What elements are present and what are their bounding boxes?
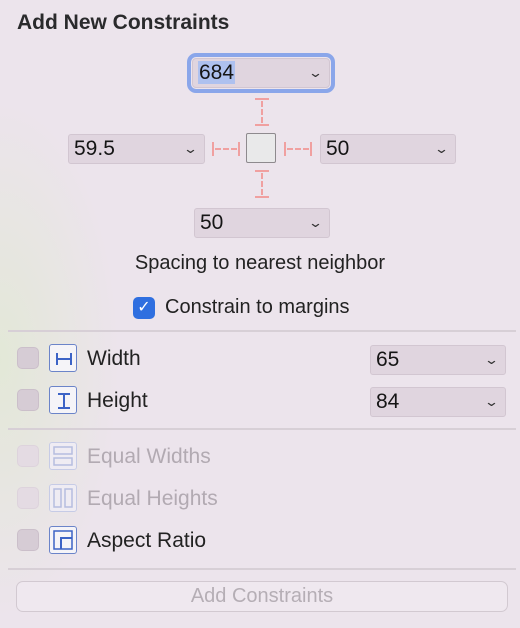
- height-checkbox[interactable]: [17, 389, 39, 411]
- width-icon: [49, 344, 77, 372]
- left-spacing-field[interactable]: 59.5 ⌄: [68, 134, 205, 164]
- bottom-strut[interactable]: [255, 170, 269, 198]
- constrain-to-margins-label[interactable]: Constrain to margins: [165, 296, 350, 319]
- equal-widths-label: Equal Widths: [87, 445, 211, 468]
- spacing-caption: Spacing to nearest neighbor: [134, 252, 386, 274]
- top-spacing-value[interactable]: 684: [198, 61, 236, 84]
- height-value[interactable]: 84: [376, 390, 399, 413]
- constrain-to-margins-row[interactable]: ✓ Constrain to margins: [133, 296, 350, 319]
- left-spacing-value[interactable]: 59.5: [74, 137, 115, 160]
- chevron-down-icon[interactable]: ⌄: [484, 346, 499, 374]
- equal-heights-checkbox: [17, 487, 39, 509]
- chevron-down-icon[interactable]: ⌄: [434, 135, 449, 163]
- chevron-down-icon[interactable]: ⌄: [308, 59, 323, 87]
- bottom-spacing-field[interactable]: 50 ⌄: [194, 208, 330, 238]
- add-constraints-button[interactable]: Add Constraints: [16, 581, 508, 612]
- right-spacing-field[interactable]: 50 ⌄: [320, 134, 456, 164]
- width-value-field[interactable]: 65 ⌄: [370, 345, 506, 375]
- bottom-spacing-value[interactable]: 50: [200, 211, 223, 234]
- right-spacing-value[interactable]: 50: [326, 137, 349, 160]
- constrain-to-margins-checkbox[interactable]: ✓: [133, 296, 155, 319]
- width-value[interactable]: 65: [376, 348, 399, 371]
- height-value-field[interactable]: 84 ⌄: [370, 387, 506, 417]
- panel-title: Add New Constraints: [17, 11, 230, 34]
- aspect-ratio-label[interactable]: Aspect Ratio: [87, 529, 206, 553]
- equal-widths-checkbox: [17, 445, 39, 467]
- top-strut[interactable]: [255, 98, 269, 126]
- chevron-down-icon[interactable]: ⌄: [183, 135, 198, 163]
- equal-widths-icon: [49, 442, 77, 470]
- height-label[interactable]: Height: [87, 389, 148, 413]
- left-strut[interactable]: [212, 142, 240, 156]
- equal-heights-label: Equal Heights: [87, 487, 218, 510]
- top-spacing-field[interactable]: 684 ⌄: [187, 53, 335, 93]
- height-icon: [49, 386, 77, 414]
- equal-heights-icon: [49, 484, 77, 512]
- width-checkbox[interactable]: [17, 347, 39, 369]
- aspect-ratio-checkbox[interactable]: [17, 529, 39, 551]
- chevron-down-icon[interactable]: ⌄: [484, 388, 499, 416]
- right-strut[interactable]: [284, 142, 312, 156]
- aspect-ratio-icon: [49, 526, 77, 554]
- divider: [8, 428, 516, 430]
- selected-view-box: [246, 133, 276, 163]
- chevron-down-icon[interactable]: ⌄: [308, 209, 323, 237]
- divider: [8, 330, 516, 332]
- divider: [8, 568, 516, 570]
- width-label[interactable]: Width: [87, 347, 141, 371]
